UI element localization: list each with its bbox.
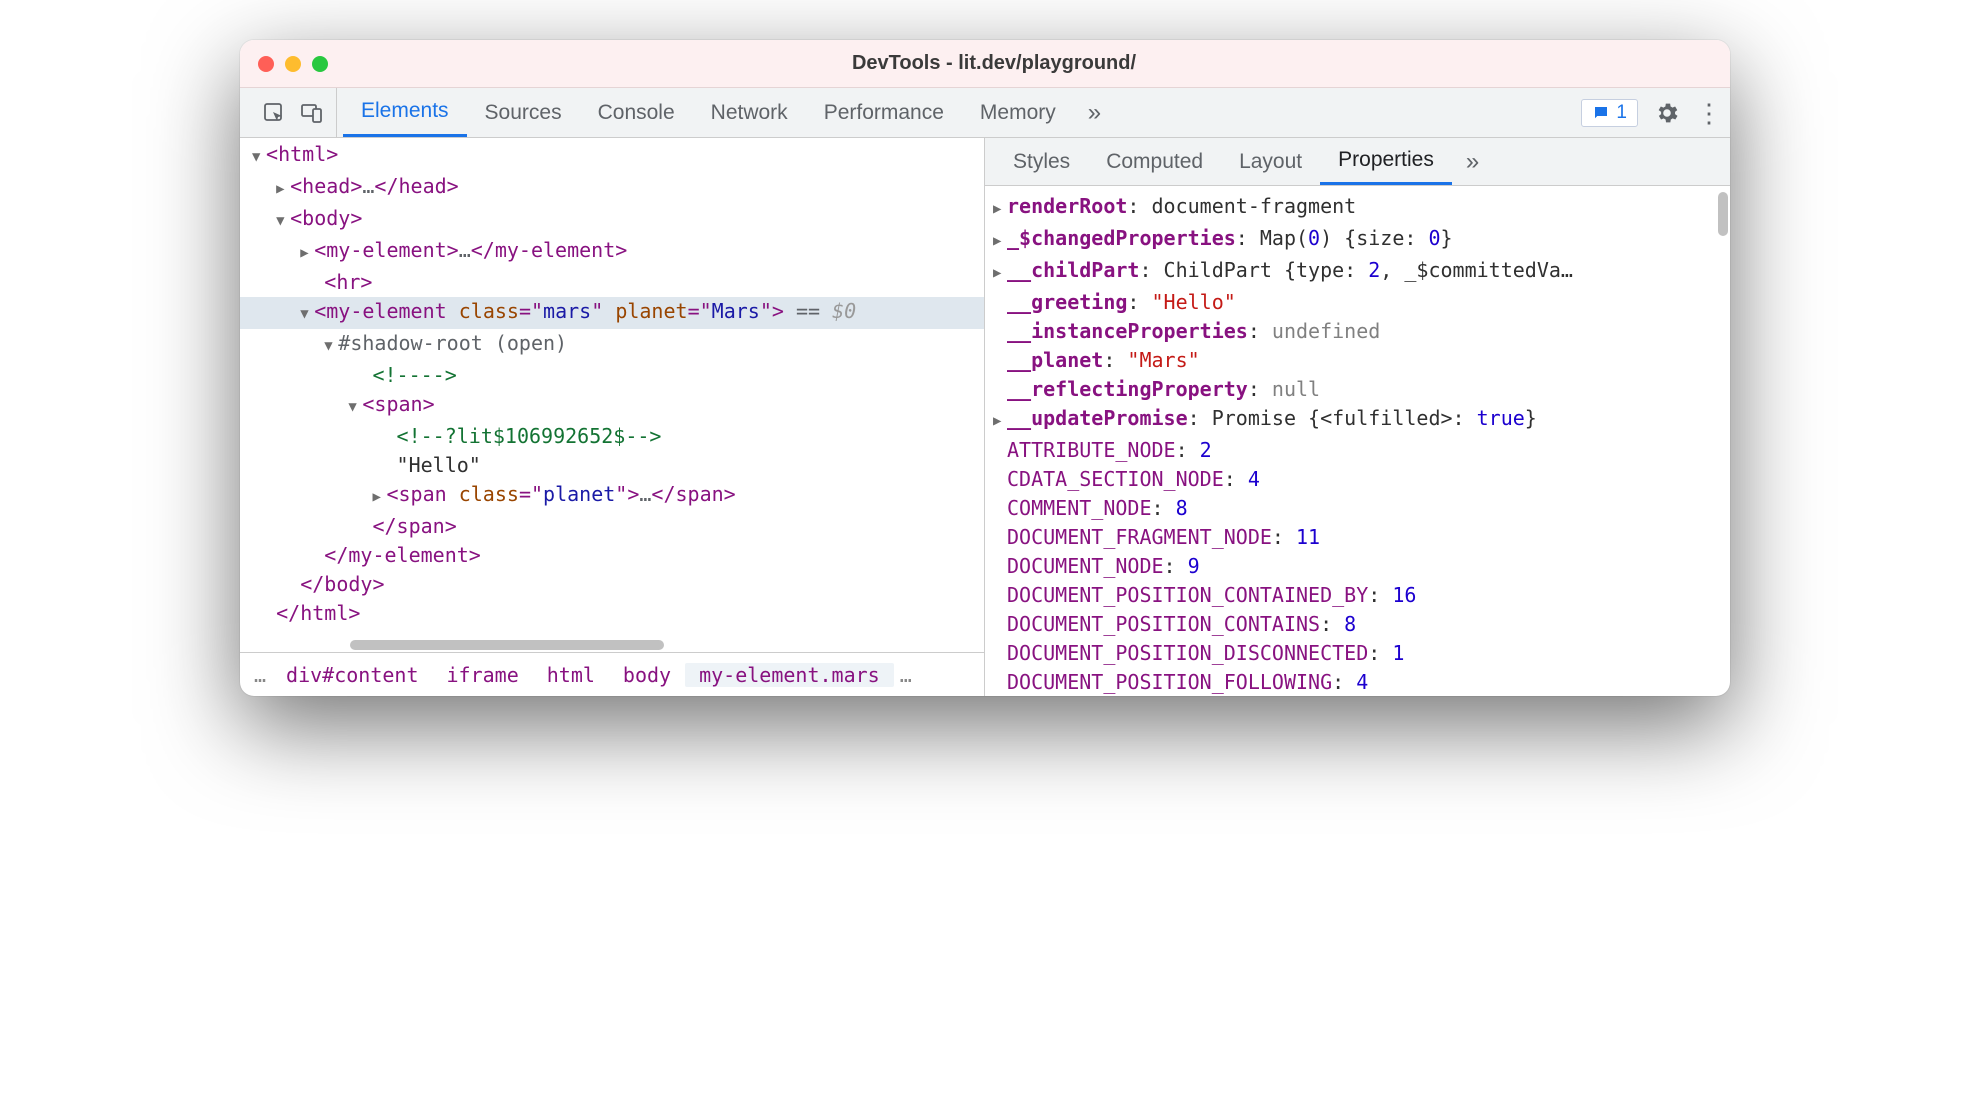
property-row[interactable]: DOCUMENT_POSITION_CONTAINED_BY: 16 [989, 581, 1726, 610]
property-row[interactable]: __planet: "Mars" [989, 346, 1726, 375]
sidebar-panel: Styles Computed Layout Properties » ▶ren… [985, 138, 1730, 696]
horizontal-scrollbar[interactable] [240, 638, 984, 652]
dom-selected-node[interactable]: ▼<my-element class="mars" planet="Mars">… [240, 297, 984, 329]
property-row[interactable]: ▶renderRoot: document-fragment [989, 192, 1726, 224]
tabs-overflow[interactable]: » [1074, 99, 1115, 127]
subtab-layout[interactable]: Layout [1221, 138, 1320, 185]
devtools-window: DevTools - lit.dev/playground/ Elements … [240, 40, 1730, 696]
property-row[interactable]: DOCUMENT_FRAGMENT_NODE: 11 [989, 523, 1726, 552]
settings-icon[interactable] [1654, 100, 1680, 126]
property-row[interactable]: DOCUMENT_POSITION_FOLLOWING: 4 [989, 668, 1726, 696]
issues-icon [1592, 104, 1610, 122]
dom-lit-comment: <!--?lit$106992652$--> [397, 424, 662, 448]
dom-span-open[interactable]: <span> [362, 392, 434, 416]
property-row[interactable]: __reflectingProperty: null [989, 375, 1726, 404]
properties-list[interactable]: ▶renderRoot: document-fragment▶_$changed… [985, 186, 1730, 696]
subtab-styles[interactable]: Styles [995, 138, 1088, 185]
main-toolbar: Elements Sources Console Network Perform… [240, 88, 1730, 138]
tab-elements[interactable]: Elements [343, 88, 467, 137]
dom-myelement-close: </my-element> [324, 543, 481, 567]
dom-myelement1[interactable]: <my-element> [314, 238, 459, 262]
property-row[interactable]: ▶__childPart: ChildPart {type: 2, _$comm… [989, 256, 1726, 288]
crumb-div-content[interactable]: div#content [272, 663, 432, 687]
property-row[interactable]: __instanceProperties: undefined [989, 317, 1726, 346]
property-row[interactable]: __greeting: "Hello" [989, 288, 1726, 317]
minimize-button[interactable] [285, 56, 301, 72]
breadcrumb-ellipsis-left[interactable]: … [248, 663, 272, 687]
dom-body-open[interactable]: <body> [290, 206, 362, 230]
tab-memory[interactable]: Memory [962, 88, 1074, 137]
property-row[interactable]: CDATA_SECTION_NODE: 4 [989, 465, 1726, 494]
breadcrumb: … div#content iframe html body my-elemen… [240, 652, 984, 696]
tab-console[interactable]: Console [580, 88, 693, 137]
tab-sources[interactable]: Sources [467, 88, 580, 137]
property-row[interactable]: DOCUMENT_POSITION_CONTAINS: 8 [989, 610, 1726, 639]
vertical-scrollbar[interactable] [1718, 192, 1728, 236]
crumb-iframe[interactable]: iframe [433, 663, 533, 687]
dom-head-open[interactable]: <head> [290, 174, 362, 198]
dom-text-hello: "Hello" [397, 453, 481, 477]
main-tabs: Elements Sources Console Network Perform… [343, 88, 1115, 137]
property-row[interactable]: DOCUMENT_NODE: 9 [989, 552, 1726, 581]
elements-panel: ▼<html> ▶<head>…</head> ▼<body> ▶<my-ele… [240, 138, 985, 696]
issues-button[interactable]: 1 [1581, 99, 1638, 127]
dom-hr[interactable]: <hr> [324, 270, 372, 294]
close-button[interactable] [258, 56, 274, 72]
dom-span-close: </span> [372, 514, 456, 538]
property-row[interactable]: ▶_$changedProperties: Map(0) {size: 0} [989, 224, 1726, 256]
sidebar-tabs: Styles Computed Layout Properties » [985, 138, 1730, 186]
traffic-lights [258, 56, 328, 72]
issues-count: 1 [1616, 102, 1627, 124]
inspect-icon[interactable] [262, 101, 286, 125]
dom-comment1: <!----> [372, 363, 456, 387]
crumb-html[interactable]: html [533, 663, 609, 687]
dom-shadowroot[interactable]: #shadow-root (open) [338, 331, 567, 355]
subtab-properties[interactable]: Properties [1320, 138, 1452, 185]
property-row[interactable]: ATTRIBUTE_NODE: 2 [989, 436, 1726, 465]
titlebar: DevTools - lit.dev/playground/ [240, 40, 1730, 88]
dom-html-close: </html> [276, 601, 360, 625]
dom-body-close: </body> [300, 572, 384, 596]
crumb-body[interactable]: body [609, 663, 685, 687]
tab-network[interactable]: Network [693, 88, 806, 137]
property-row[interactable]: ▶__updatePromise: Promise {<fulfilled>: … [989, 404, 1726, 436]
subtabs-overflow[interactable]: » [1452, 148, 1493, 176]
subtab-computed[interactable]: Computed [1088, 138, 1221, 185]
crumb-selected[interactable]: my-element.mars [685, 663, 894, 687]
tab-performance[interactable]: Performance [806, 88, 962, 137]
property-row[interactable]: COMMENT_NODE: 8 [989, 494, 1726, 523]
device-toggle-icon[interactable] [300, 101, 324, 125]
breadcrumb-ellipsis-right[interactable]: … [894, 663, 918, 687]
zoom-button[interactable] [312, 56, 328, 72]
property-row[interactable]: DOCUMENT_POSITION_DISCONNECTED: 1 [989, 639, 1726, 668]
dom-tree[interactable]: ▼<html> ▶<head>…</head> ▼<body> ▶<my-ele… [240, 138, 984, 638]
dom-html-open[interactable]: <html> [266, 142, 338, 166]
window-title: DevTools - lit.dev/playground/ [328, 52, 1660, 75]
